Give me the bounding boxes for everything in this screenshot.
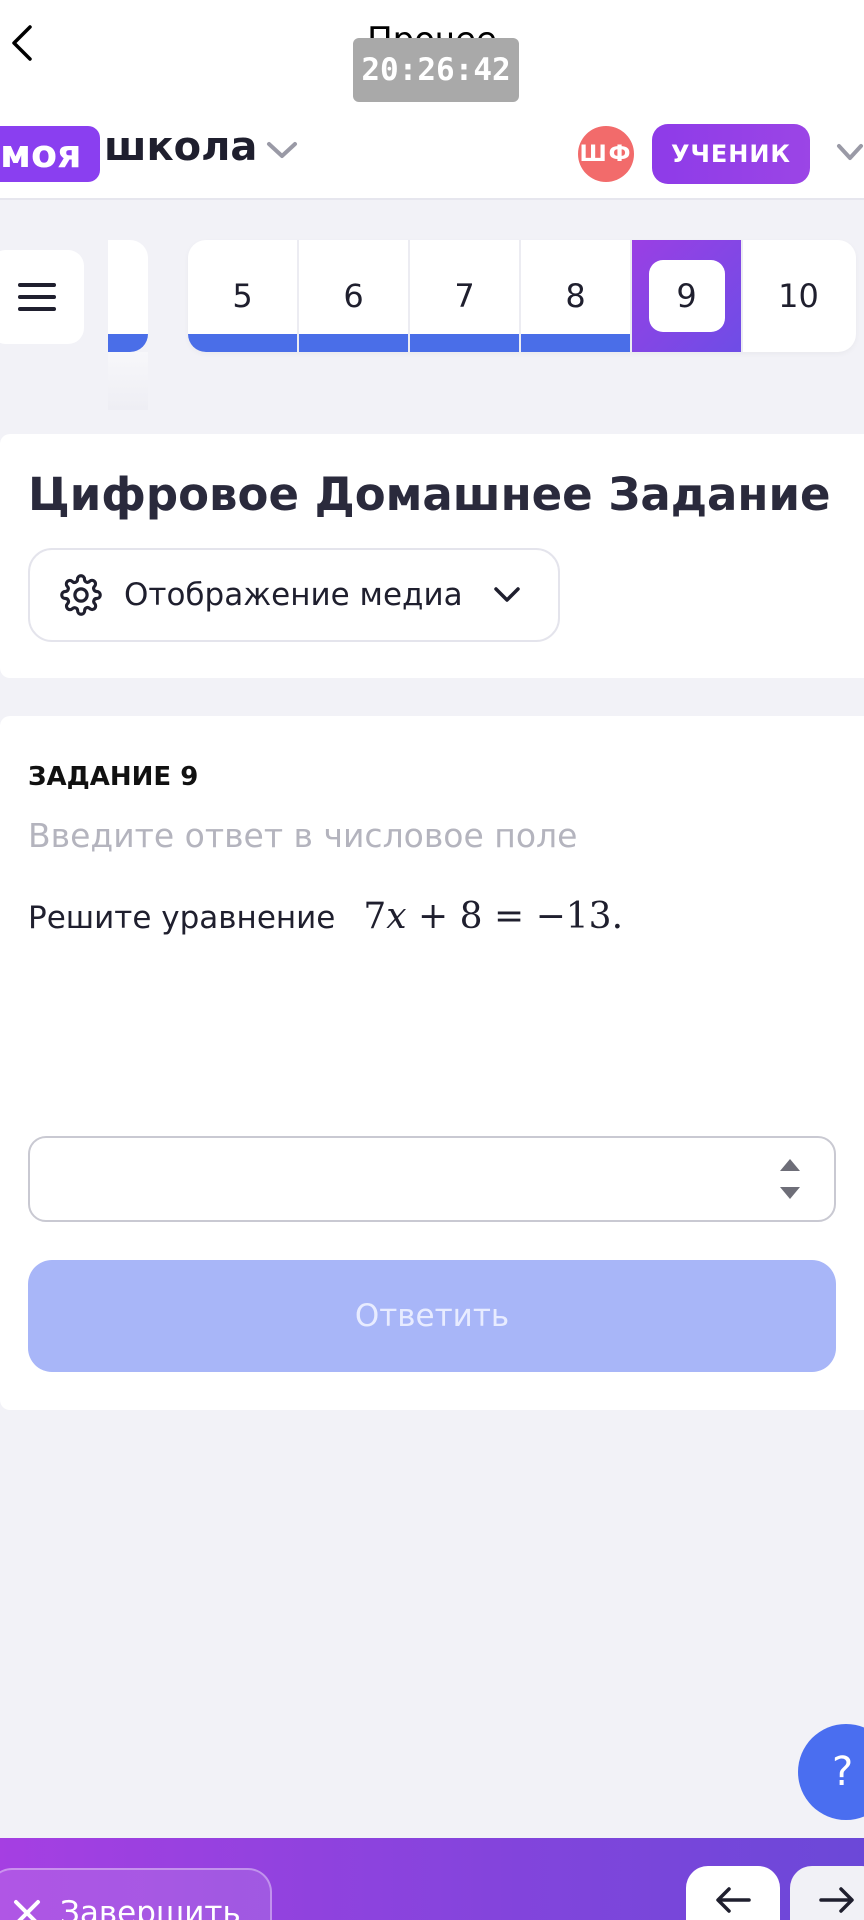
stepper-down-icon[interactable] (779, 1186, 801, 1200)
progress-bar (188, 334, 297, 352)
submit-answer-button[interactable]: Ответить (28, 1260, 836, 1372)
task-equation: 7x + 8 = −13. (363, 896, 623, 937)
task-tab-label: 5 (232, 277, 253, 315)
hamburger-icon (18, 283, 56, 311)
task-tab-5[interactable]: 5 (188, 240, 299, 352)
equation-rest: + 8 = −13. (406, 896, 624, 937)
finish-label: Завершить (60, 1895, 241, 1920)
equation-coef: 7 (363, 896, 387, 937)
chevron-down-icon (493, 587, 520, 602)
task-tab-label: 9 (676, 277, 697, 315)
task-question: Решите уравнение 7x + 8 = −13. (28, 896, 623, 937)
role-badge[interactable]: УЧЕНИК (652, 124, 810, 184)
next-task-button[interactable] (790, 1866, 864, 1920)
bottom-bar: Завершить (0, 1838, 864, 1920)
number-stepper[interactable] (772, 1150, 808, 1208)
answer-number-input[interactable] (28, 1136, 836, 1222)
task-tab-partial[interactable] (108, 240, 148, 352)
help-button[interactable]: ? (798, 1724, 864, 1820)
task-hint: Введите ответ в числовое поле (28, 816, 578, 855)
progress-bar (299, 334, 408, 352)
top-bar: Прочее 20:26:42 моя школа ШФ УЧЕНИК (0, 0, 864, 200)
task-tab-8[interactable]: 8 (521, 240, 632, 352)
equation-var: x (386, 896, 407, 937)
help-label: ? (832, 1749, 854, 1795)
task-prompt: Решите уравнение (28, 900, 336, 936)
task-tab-label: 10 (778, 277, 819, 315)
avatar[interactable]: ШФ (578, 126, 634, 182)
prev-task-button[interactable] (686, 1866, 780, 1920)
header-card: Цифровое Домашнее Задание Отображение ме… (0, 434, 864, 678)
progress-bar (521, 334, 630, 352)
stepper-up-icon[interactable] (779, 1158, 801, 1172)
task-tab-7[interactable]: 7 (410, 240, 521, 352)
task-number-strip: 5 6 7 8 9 10 (188, 240, 856, 352)
clock-overlay: 20:26:42 (353, 38, 519, 102)
task-label: ЗАДАНИЕ 9 (28, 762, 199, 792)
arrow-left-icon (716, 1887, 751, 1913)
school-chevron-down-icon[interactable] (266, 140, 298, 164)
task-tab-label: 6 (343, 277, 364, 315)
task-tab-10[interactable]: 10 (743, 240, 854, 352)
task-tab-label: 8 (565, 277, 586, 315)
menu-button[interactable] (0, 250, 84, 344)
strip-fade (108, 352, 148, 410)
media-display-label: Отображение медиа (124, 577, 463, 613)
gear-icon (60, 574, 102, 616)
task-tab-active-marker: 9 (648, 260, 725, 332)
finish-button[interactable]: Завершить (0, 1868, 272, 1920)
task-tab-6[interactable]: 6 (299, 240, 410, 352)
progress-bar (410, 334, 519, 352)
task-tab-9[interactable]: 9 (632, 240, 743, 352)
media-display-button[interactable]: Отображение медиа (28, 548, 560, 642)
progress-bar (108, 334, 148, 352)
task-card: ЗАДАНИЕ 9 Введите ответ в числовое поле … (0, 716, 864, 1410)
logo-moya[interactable]: моя (0, 126, 100, 182)
role-chevron-down-icon[interactable] (836, 142, 864, 166)
page-title: Цифровое Домашнее Задание (28, 468, 831, 521)
close-icon (14, 1900, 40, 1920)
arrow-right-icon (819, 1887, 854, 1913)
logo-shkola[interactable]: школа (104, 124, 257, 170)
task-tab-label: 7 (454, 277, 475, 315)
